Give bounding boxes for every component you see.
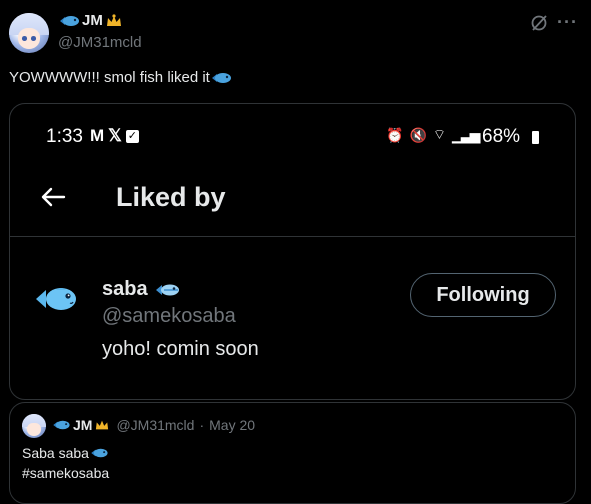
crown-icon: [106, 13, 121, 26]
fish-icon: [211, 72, 231, 83]
author-avatar[interactable]: [9, 13, 49, 53]
grok-icon[interactable]: [530, 14, 548, 32]
quoted-date[interactable]: May 20: [209, 417, 255, 433]
wifi-icon: ⌔: [432, 126, 447, 142]
divider: [10, 236, 575, 237]
quoted-post[interactable]: JM @JM31mcld · May 20 Saba saba #samekos…: [9, 402, 576, 504]
user-name-row[interactable]: saba: [102, 278, 180, 301]
alarm-icon: ⏰: [386, 126, 404, 143]
user-bio: yoho! comin soon: [102, 338, 259, 360]
crown-icon: [96, 420, 109, 430]
author-name[interactable]: JM: [82, 12, 103, 29]
quoted-line1-row: Saba saba: [22, 445, 109, 461]
status-time: 1:33: [46, 126, 83, 147]
media-screenshot[interactable]: 1:33 M 𝕏 ✓ ⏰ 🔇 ⌔ ▁▃▅ 68% Liked by saba @…: [9, 103, 576, 400]
status-right-icons: ⏰ 🔇 ⌔ ▁▃▅: [386, 126, 480, 144]
following-button[interactable]: Following: [410, 273, 556, 317]
battery-text: 68%: [482, 126, 521, 147]
user-avatar-fish-icon[interactable]: [34, 284, 78, 314]
x-logo-icon: 𝕏: [108, 126, 122, 145]
quoted-line1: Saba saba: [22, 445, 89, 461]
more-icon[interactable]: ···: [557, 12, 578, 33]
back-arrow-icon[interactable]: [40, 186, 66, 208]
fish-icon: [60, 15, 79, 26]
user-handle[interactable]: @samekosaba: [102, 305, 236, 328]
quoted-author-row[interactable]: JM @JM31mcld · May 20: [51, 417, 255, 433]
page-title: Liked by: [116, 182, 226, 212]
quoted-hashtag[interactable]: #samekosaba: [22, 465, 109, 481]
mail-icon: M: [90, 126, 105, 145]
quoted-author-handle[interactable]: @JM31mcld: [116, 417, 194, 433]
fish-icon: [91, 448, 108, 458]
user-name[interactable]: saba: [102, 278, 148, 301]
dot-separator: ·: [199, 417, 205, 433]
check-icon: ✓: [125, 129, 139, 143]
signal-icon: ▁▃▅: [452, 126, 480, 143]
fish-icon: [53, 420, 70, 430]
post-text-row: YOWWWW!!! smol fish liked it: [9, 69, 232, 86]
battery-icon: [532, 131, 539, 144]
mute-icon: 🔇: [409, 126, 427, 143]
quoted-author-avatar[interactable]: [22, 414, 46, 438]
quoted-author-name[interactable]: JM: [73, 417, 92, 433]
author-name-row[interactable]: JM: [58, 12, 123, 29]
fish-icon: [155, 284, 179, 295]
status-left-icons: M 𝕏 ✓: [90, 126, 139, 146]
author-handle[interactable]: @JM31mcld: [58, 34, 142, 51]
post-text: YOWWWW!!! smol fish liked it: [9, 69, 210, 86]
